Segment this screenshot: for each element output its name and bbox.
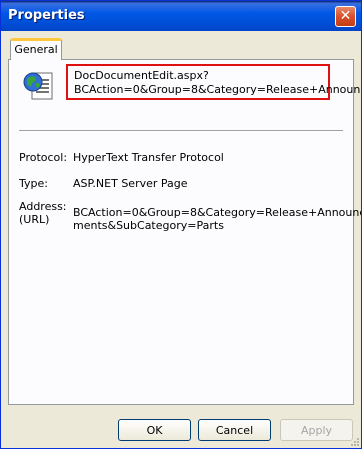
properties-dialog: Properties ✕ General DocDocumentEdit.asp… — [0, 0, 362, 449]
close-button[interactable]: ✕ — [335, 6, 356, 27]
address-value-line-1[interactable]: BCAction=0&Group=8&Category=Release+Anno… — [73, 206, 361, 219]
ok-button[interactable]: OK — [118, 419, 191, 441]
web-page-icon — [23, 72, 53, 100]
file-name-line-1: DocDocumentEdit.aspx? — [74, 69, 209, 82]
close-icon: ✕ — [339, 8, 352, 24]
address-value-line-2[interactable]: ments&SubCategory=Parts — [73, 219, 224, 232]
apply-button: Apply — [280, 419, 353, 441]
title-bar[interactable]: Properties ✕ — [1, 1, 361, 31]
window-title: Properties — [8, 8, 85, 23]
type-label: Type: — [19, 177, 48, 190]
file-name-field[interactable]: DocDocumentEdit.aspx? BCAction=0&Group=8… — [66, 64, 362, 100]
general-tab-panel: DocDocumentEdit.aspx? BCAction=0&Group=8… — [8, 59, 362, 405]
divider — [19, 130, 343, 131]
resize-grip-icon[interactable] — [349, 436, 360, 447]
file-name-line-2: BCAction=0&Group=8&Category=Release+Anno… — [74, 83, 362, 96]
protocol-value: HyperText Transfer Protocol — [73, 151, 224, 164]
cancel-button[interactable]: Cancel — [198, 419, 271, 441]
address-label: Address: — [19, 200, 67, 213]
tab-general[interactable]: General — [10, 38, 62, 60]
protocol-label: Protocol: — [19, 151, 68, 164]
type-value: ASP.NET Server Page — [73, 177, 188, 190]
address-label-url: (URL) — [19, 213, 50, 226]
